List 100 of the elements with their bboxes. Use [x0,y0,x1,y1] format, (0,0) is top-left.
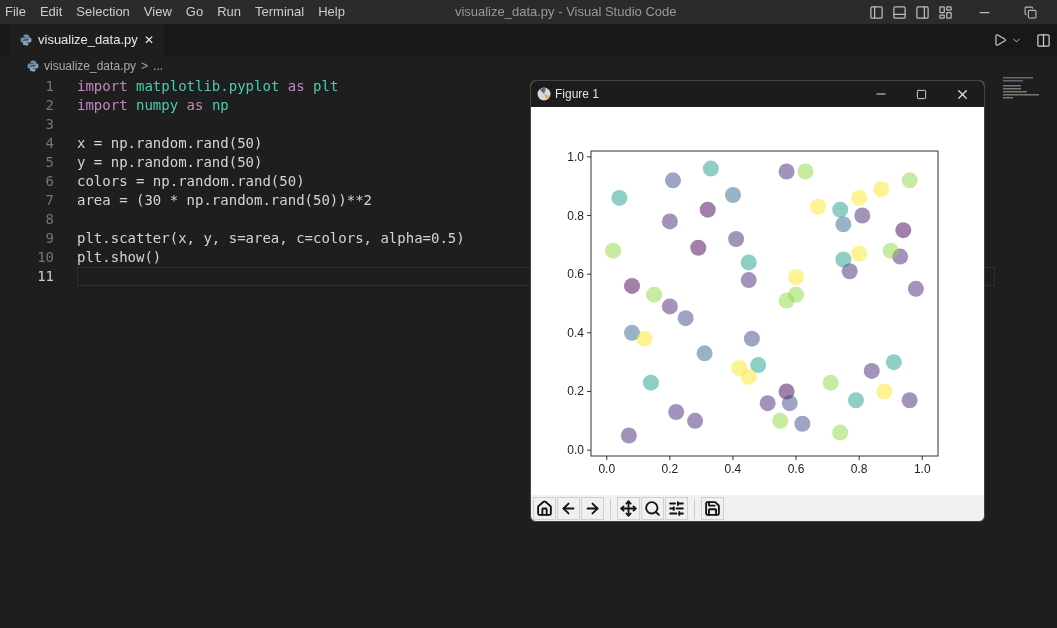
y-tick-label: 0.4 [567,325,585,340]
scatter-point [724,187,741,203]
scatter-point [661,213,678,230]
scatter-point [677,310,694,327]
y-tick: 0.4 [567,325,592,340]
x-tick-label: 0.0 [598,462,616,476]
scatter-point [851,245,868,262]
menu-item[interactable]: File [5,2,26,22]
python-file-icon [20,34,32,46]
menu-item[interactable]: Edit [39,2,63,22]
scatter-point [731,360,748,376]
menu-item[interactable]: Run [217,2,241,22]
scatter-point [835,251,852,268]
python-file-icon [27,60,39,72]
scatter-point [740,272,757,289]
scatter-point [624,324,640,341]
matplotlib-logo-icon [537,87,551,101]
scatter-point [848,392,864,409]
breadcrumb-separator: > [141,58,149,75]
scatter-point [901,172,918,189]
x-tick: 0.8 [850,455,868,476]
code-line: area = (30 * np.random.rand(50))**2 [77,191,372,210]
line-number: 6 [44,172,55,191]
line-number: 1 [44,77,55,96]
code-line: plt.show() [77,248,162,267]
restore-icon[interactable] [1024,5,1037,19]
scatter-point [873,181,890,198]
figure-title: Figure 1 [555,86,600,103]
scatter-point [851,189,868,206]
sliders-button[interactable] [665,497,688,520]
y-tick: 0.6 [567,267,592,282]
y-tick-label: 0.2 [567,384,585,399]
code-line: import numpy as np [77,96,229,115]
scatter-point [624,277,640,294]
scatter-point [661,298,678,315]
panel-toggle-icon[interactable] [892,4,907,20]
line-number: 11 [36,267,55,286]
scatter-point [895,222,912,239]
scatter-point [797,163,814,180]
line-number: 3 [44,115,55,134]
scatter-point [620,427,637,444]
pan-button[interactable] [617,497,640,520]
scatter-point [794,415,811,432]
menu-item[interactable]: Selection [76,2,130,22]
back-arrow-button[interactable] [557,497,580,520]
y-tick: 0.2 [567,384,592,399]
scatter-point [605,242,622,259]
scatter-point [882,242,899,259]
scatter-point [835,216,852,233]
forward-arrow-button[interactable] [581,497,604,520]
scatter-point [687,412,704,429]
sliders-icon [668,500,685,517]
x-tick-label: 0.8 [850,462,868,476]
line-number: 7 [44,191,55,210]
line-number: 4 [44,134,55,153]
x-tick: 0.6 [787,455,805,476]
pan-icon [620,500,637,517]
scatter-point [699,201,716,218]
save-button[interactable] [701,497,724,520]
maximize-icon[interactable] [916,88,927,100]
editor-tab[interactable]: visualize_data.py ✕ [10,24,164,56]
menu-item[interactable]: Go [185,2,204,22]
scatter-point [832,424,849,441]
code-line: colors = np.random.rand(50) [77,172,305,191]
breadcrumb-file[interactable]: visualize_data.py [44,57,137,75]
scatter-point [854,207,871,224]
scatter-point [876,383,893,400]
menu-item[interactable]: View [143,2,172,22]
scatter-point [788,286,805,303]
line-number: 10 [36,248,55,267]
sidebar-toggle-icon[interactable] [869,4,884,20]
x-tick-label: 0.6 [787,462,805,476]
split-editor-icon[interactable] [1036,32,1051,48]
tab-close[interactable]: ✕ [143,31,154,49]
scatter-point [772,412,789,429]
secondary-sidebar-icon[interactable] [915,4,930,20]
x-tick-label: 1.0 [913,462,931,476]
layout-icon[interactable] [938,4,953,20]
y-tick: 0.0 [567,443,592,458]
forward-arrow-icon [584,500,601,517]
menu-item[interactable]: Help [318,2,345,22]
home-button[interactable] [533,497,556,520]
menu-item[interactable]: Terminal [255,2,305,22]
scatter-point [901,392,918,409]
code-line: import matplotlib.pyplot as plt [77,77,339,96]
line-number: 5 [44,153,55,172]
scatter-point [702,160,719,177]
x-tick: 0.0 [598,455,616,476]
x-tick-label: 0.2 [661,462,679,476]
x-tick-label: 0.4 [724,462,742,476]
run-icon[interactable] [993,33,1007,47]
scatter-point [728,231,745,247]
scatter-point [759,395,776,412]
y-tick: 1.0 [567,149,592,164]
code-line: x = np.random.rand(50) [77,134,263,153]
y-tick-label: 0.8 [567,208,585,223]
zoom-button[interactable] [641,497,664,520]
breadcrumb-more[interactable]: ... [153,57,164,75]
scatter-point [778,292,795,309]
x-tick: 0.2 [661,455,679,476]
